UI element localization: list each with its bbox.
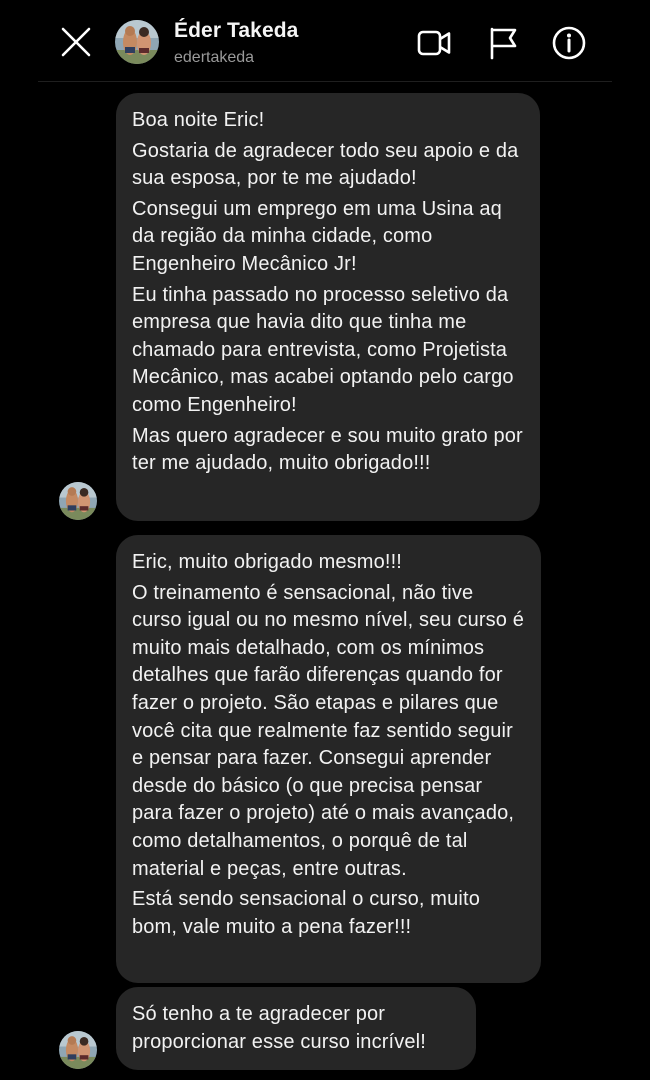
flag-icon[interactable] [486, 25, 522, 61]
contact-name[interactable]: Éder Takeda [174, 19, 298, 43]
message-text: Eu tinha passado no processo seletivo da… [132, 283, 514, 416]
message-bubble[interactable]: Só tenho a te agradecer por proporcionar… [116, 987, 476, 1070]
info-icon[interactable] [551, 25, 587, 61]
message-text: Boa noite Eric! [132, 109, 265, 131]
contact-handle[interactable]: edertakeda [174, 49, 254, 67]
message-bubble[interactable]: Eric, muito obrigado mesmo!!! O treiname… [116, 535, 541, 983]
sender-avatar[interactable] [59, 1031, 97, 1069]
video-camera-icon[interactable] [416, 25, 452, 61]
message-text: O treinamento é sensacional, não tive cu… [132, 581, 525, 880]
message-text: Gostaria de agradecer todo seu apoio e d… [132, 139, 519, 190]
header-divider [38, 81, 612, 82]
message-text: Está sendo sensacional o curso, muito bo… [132, 888, 480, 938]
chat-header: Éder Takeda edertakeda [0, 0, 650, 82]
sender-avatar[interactable] [59, 482, 97, 520]
message-text: Consegui um emprego em uma Usina aq da r… [132, 197, 502, 275]
message-bubble[interactable]: Boa noite Eric! Gostaria de agradecer to… [116, 93, 540, 521]
message-text: Mas quero agradecer e sou muito grato po… [132, 424, 523, 475]
message-text: Eric, muito obrigado mesmo!!! [132, 551, 403, 573]
close-icon[interactable] [58, 24, 94, 60]
contact-avatar[interactable] [115, 20, 159, 64]
message-text: Só tenho a te agradecer por proporcionar… [132, 1003, 426, 1053]
